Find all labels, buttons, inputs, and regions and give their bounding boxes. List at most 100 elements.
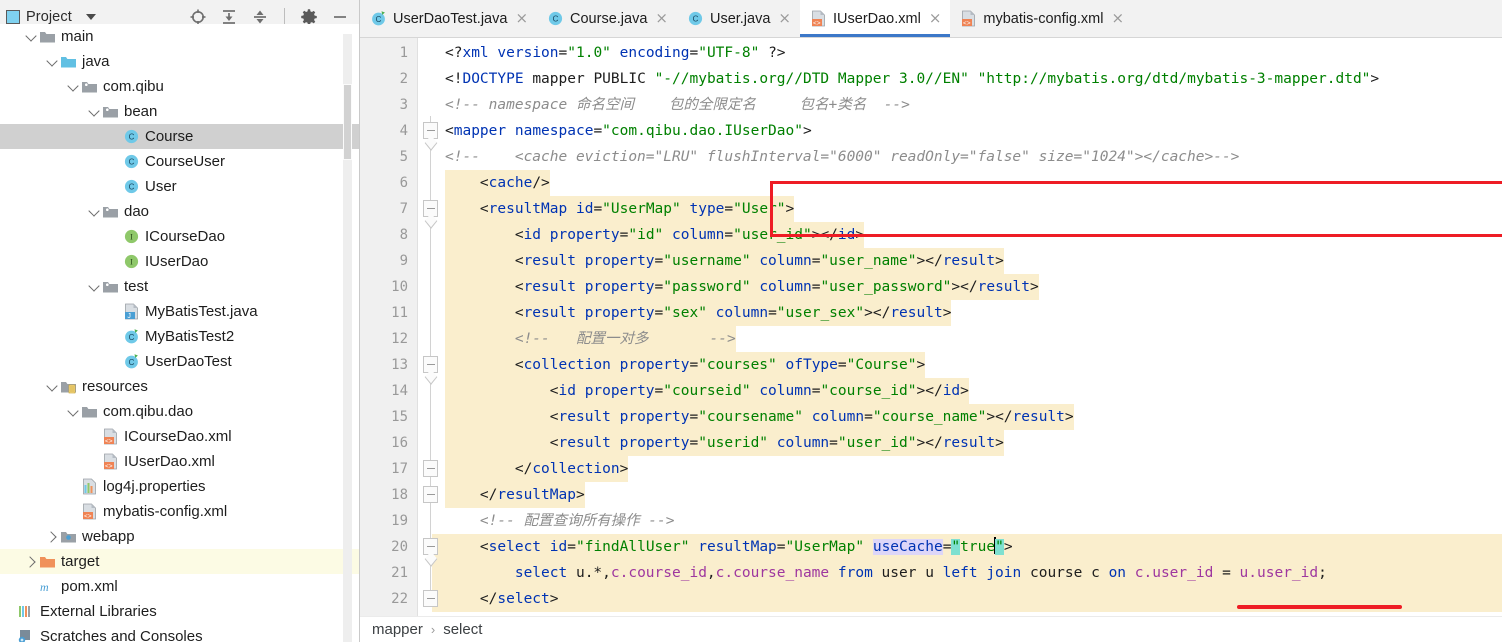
tab-mybatis-config-xml[interactable]: <> mybatis-config.xml ×	[950, 0, 1133, 37]
chevron-down-icon[interactable]	[65, 79, 80, 94]
tree-item-label: ICourseDao	[145, 228, 226, 245]
close-icon[interactable]: ×	[1111, 11, 1124, 26]
code-line[interactable]: <result property="password" column="user…	[445, 274, 1039, 300]
editor-tab-bar[interactable]: C UserDaoTest.java × C Course.java × C User.jav…	[360, 0, 1502, 38]
code-line[interactable]: <!-- namespace 命名空间 包的全限定名 包名+类名 -->	[445, 92, 910, 118]
fold-marker[interactable]	[423, 200, 438, 217]
chevron-down-icon[interactable]	[85, 14, 96, 20]
tree-item-iuserdao[interactable]: I IUserDao	[0, 249, 359, 274]
tree-item-external-libraries[interactable]: External Libraries	[0, 599, 359, 624]
tab-label: Course.java	[570, 10, 648, 27]
close-icon[interactable]: ×	[778, 11, 791, 26]
tree-item-mybatis-config-xml[interactable]: <> mybatis-config.xml	[0, 499, 359, 524]
chevron-down-icon[interactable]	[86, 104, 101, 119]
line-number: 12	[391, 331, 408, 347]
line-number: 4	[399, 123, 408, 139]
ide-window: Project main java com.qibu bean C Course…	[0, 0, 1502, 642]
tab-label: UserDaoTest.java	[393, 10, 508, 27]
code-line[interactable]: <collection property="courses" ofType="C…	[445, 352, 926, 378]
tree-item-dao[interactable]: dao	[0, 199, 359, 224]
tree-item-log4j-properties[interactable]: log4j.properties	[0, 474, 359, 499]
project-view-icon	[6, 10, 20, 24]
breadcrumb-item-select[interactable]: select	[443, 621, 482, 638]
tree-item-webapp[interactable]: webapp	[0, 524, 359, 549]
tree-item-java[interactable]: java	[0, 49, 359, 74]
tree-item-mybatistest-java[interactable]: J MyBatisTest.java	[0, 299, 359, 324]
code-line[interactable]: </resultMap>	[445, 482, 585, 508]
line-number: 14	[391, 383, 408, 399]
line-number: 11	[391, 305, 408, 321]
tree-item-icoursedao[interactable]: I ICourseDao	[0, 224, 359, 249]
chevron-right-icon[interactable]	[44, 529, 59, 544]
tree-item-userdaotest[interactable]: C UserDaoTest	[0, 349, 359, 374]
code-line[interactable]: <result property="coursename" column="co…	[445, 404, 1074, 430]
code-line[interactable]: <cache/>	[445, 170, 550, 196]
breadcrumb[interactable]: mapper › select	[360, 616, 1502, 642]
tree-item-resources[interactable]: resources	[0, 374, 359, 399]
tree-item-pom-xml[interactable]: m pom.xml	[0, 574, 359, 599]
code-line[interactable]: <!-- <cache eviction="LRU" flushInterval…	[445, 144, 1239, 170]
maven-icon: m	[40, 580, 49, 594]
code-line[interactable]: </collection>	[445, 456, 629, 482]
code-line[interactable]: <!-- 配置一对多 -->	[445, 326, 736, 352]
tree-item-iuserdao-xml[interactable]: <> IUserDao.xml	[0, 449, 359, 474]
chevron-right-icon[interactable]	[23, 554, 38, 569]
svg-text:<>: <>	[813, 20, 821, 27]
code-line[interactable]: <result property="username" column="user…	[445, 248, 1004, 274]
tree-item-target[interactable]: target	[0, 549, 359, 574]
close-icon[interactable]: ×	[655, 11, 668, 26]
line-number: 19	[391, 513, 408, 529]
tree-item-scratches-and-consoles[interactable]: Scratches and Consoles	[0, 624, 359, 642]
code-editor[interactable]: 1 <?xml version="1.0" encoding="UTF-8" ?>…	[360, 38, 1502, 616]
sidebar-scrollbar-thumb[interactable]	[343, 84, 352, 160]
code-line[interactable]: select u.*,c.course_id,c.course_name fro…	[432, 560, 1502, 586]
close-icon[interactable]: ×	[515, 11, 528, 26]
tree-item-test[interactable]: test	[0, 274, 359, 299]
tree-item-icoursedao-xml[interactable]: <> ICourseDao.xml	[0, 424, 359, 449]
tree-item-label: CourseUser	[145, 153, 226, 170]
breadcrumb-item-mapper[interactable]: mapper	[372, 621, 423, 638]
fold-marker[interactable]	[423, 460, 438, 477]
code-line[interactable]: <select id="findAllUser" resultMap="User…	[432, 534, 1502, 560]
tree-item-com-qibu[interactable]: com.qibu	[0, 74, 359, 99]
tree-item-label: IUserDao.xml	[124, 453, 215, 470]
chevron-down-icon[interactable]	[23, 29, 38, 44]
code-line[interactable]: <result property="userid" column="user_i…	[445, 430, 1004, 456]
code-line[interactable]: <result property="sex" column="user_sex"…	[445, 300, 952, 326]
tree-item-courseuser[interactable]: C CourseUser	[0, 149, 359, 174]
code-line[interactable]: <resultMap id="UserMap" type="User">	[445, 196, 795, 222]
tab-userdaotest-java[interactable]: C UserDaoTest.java ×	[360, 0, 537, 37]
chevron-down-icon[interactable]	[86, 204, 101, 219]
code-line[interactable]: <mapper namespace="com.qibu.dao.IUserDao…	[445, 118, 812, 144]
chevron-down-icon[interactable]	[65, 404, 80, 419]
chevron-down-icon[interactable]	[44, 54, 59, 69]
tree-item-label: Scratches and Consoles	[40, 628, 203, 642]
fold-marker[interactable]	[423, 356, 438, 373]
chevron-down-icon[interactable]	[44, 379, 59, 394]
code-line[interactable]: <?xml version="1.0" encoding="UTF-8" ?>	[445, 40, 786, 66]
tree-item-bean[interactable]: bean	[0, 99, 359, 124]
fold-marker[interactable]	[423, 486, 438, 503]
fold-marker[interactable]	[423, 122, 438, 139]
tree-item-com-qibu-dao[interactable]: com.qibu.dao	[0, 399, 359, 424]
tree-item-course[interactable]: C Course	[0, 124, 359, 149]
code-line[interactable]: <id property="courseid" column="course_i…	[445, 378, 969, 404]
code-line[interactable]: <id property="id" column="user_id"></id>	[445, 222, 865, 248]
fold-marker[interactable]	[423, 590, 438, 607]
svg-text:<>: <>	[105, 463, 113, 470]
project-tree[interactable]: main java com.qibu bean C Course C CourseUser C U…	[0, 24, 359, 642]
tab-iuserdao-xml[interactable]: <> IUserDao.xml ×	[800, 0, 951, 37]
code-line[interactable]: <!-- 配置查询所有操作 -->	[445, 508, 675, 534]
tree-item-main[interactable]: main	[0, 24, 359, 49]
editor-area: C UserDaoTest.java × C Course.java × C User.jav…	[360, 0, 1502, 642]
svg-text:C: C	[129, 333, 135, 342]
close-icon[interactable]: ×	[929, 11, 942, 26]
tab-user-java[interactable]: C User.java ×	[677, 0, 800, 37]
chevron-down-icon[interactable]	[86, 279, 101, 294]
tree-item-mybatistest2[interactable]: C MyBatisTest2	[0, 324, 359, 349]
code-line[interactable]: <!DOCTYPE mapper PUBLIC "-//mybatis.org/…	[445, 66, 1379, 92]
fold-marker[interactable]	[423, 538, 438, 555]
tab-course-java[interactable]: C Course.java ×	[537, 0, 677, 37]
tree-item-user[interactable]: C User	[0, 174, 359, 199]
